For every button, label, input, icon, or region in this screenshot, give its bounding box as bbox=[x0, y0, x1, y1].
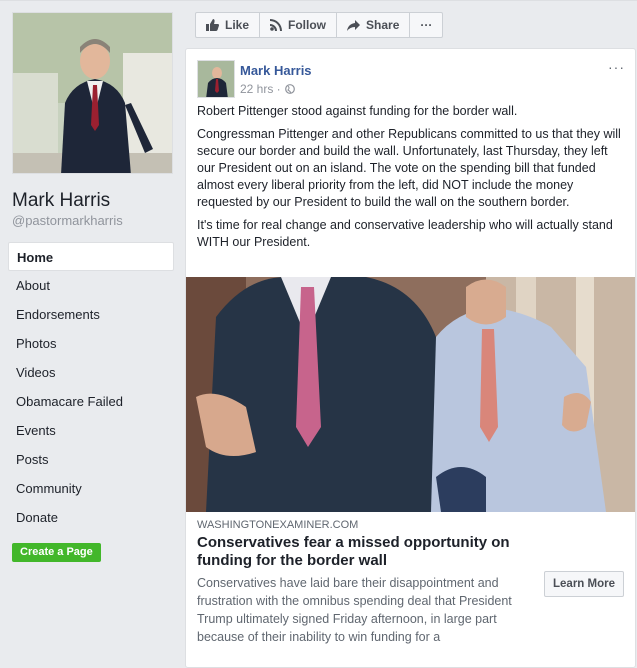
link-source: WASHINGTONEXAMINER.COM bbox=[197, 519, 359, 531]
sidebar-item-home[interactable]: Home bbox=[8, 242, 174, 271]
sidebar-item-events[interactable]: Events bbox=[8, 416, 174, 445]
post-card: Mark Harris 22 hrs · ··· Robert Pittenge… bbox=[185, 48, 636, 668]
sidebar-item-obamacare-failed[interactable]: Obamacare Failed bbox=[8, 387, 174, 416]
author-avatar[interactable] bbox=[197, 60, 235, 98]
post-paragraph: It's time for real change and conservati… bbox=[197, 218, 613, 249]
link-preview-image[interactable] bbox=[186, 277, 635, 512]
follow-button[interactable]: Follow bbox=[260, 13, 338, 37]
learn-more-button[interactable]: Learn More bbox=[544, 571, 624, 597]
sidebar-item-about[interactable]: About bbox=[8, 271, 174, 300]
link-title[interactable]: Conservatives fear a missed opportunity … bbox=[197, 534, 527, 570]
share-arrow-icon bbox=[347, 19, 361, 31]
post-paragraph: Robert Pittenger stood against funding f… bbox=[197, 104, 518, 118]
page-nav: Home About Endorsements Photos Videos Ob… bbox=[8, 242, 174, 532]
like-button[interactable]: Like bbox=[196, 13, 261, 37]
profile-photo[interactable] bbox=[12, 12, 173, 174]
post-body: Robert Pittenger stood against funding f… bbox=[197, 103, 627, 257]
link-description: Conservatives have laid bare their disap… bbox=[197, 576, 512, 644]
create-page-button[interactable]: Create a Page bbox=[12, 543, 101, 562]
sidebar-item-photos[interactable]: Photos bbox=[8, 329, 174, 358]
sidebar-item-donate[interactable]: Donate bbox=[8, 503, 174, 532]
globe-icon bbox=[284, 84, 295, 94]
share-label: Share bbox=[366, 18, 400, 32]
sidebar-item-community[interactable]: Community bbox=[8, 474, 174, 503]
post-options-button[interactable]: ··· bbox=[608, 59, 625, 75]
post-meta: 22 hrs · bbox=[240, 82, 295, 96]
like-label: Like bbox=[225, 18, 250, 32]
more-label: ··· bbox=[420, 18, 433, 32]
thumbs-up-icon bbox=[206, 19, 219, 31]
page-name[interactable]: Mark Harris bbox=[12, 190, 110, 212]
sidebar-item-endorsements[interactable]: Endorsements bbox=[8, 300, 174, 329]
post-paragraph: Congressman Pittenger and other Republic… bbox=[197, 127, 621, 209]
follow-label: Follow bbox=[288, 18, 327, 32]
post-timestamp[interactable]: 22 hrs · bbox=[240, 82, 281, 96]
page-handle: @pastormarkharris bbox=[12, 213, 123, 228]
page-action-bar: Like Follow Share ··· bbox=[195, 12, 444, 38]
rss-icon bbox=[270, 19, 283, 31]
post-author[interactable]: Mark Harris bbox=[240, 63, 312, 78]
sidebar-item-posts[interactable]: Posts bbox=[8, 445, 174, 474]
left-sidebar: Mark Harris @pastormarkharris Home About… bbox=[0, 0, 185, 659]
sidebar-item-videos[interactable]: Videos bbox=[8, 358, 174, 387]
share-button[interactable]: Share bbox=[337, 13, 411, 37]
more-actions-button[interactable]: ··· bbox=[410, 13, 442, 37]
